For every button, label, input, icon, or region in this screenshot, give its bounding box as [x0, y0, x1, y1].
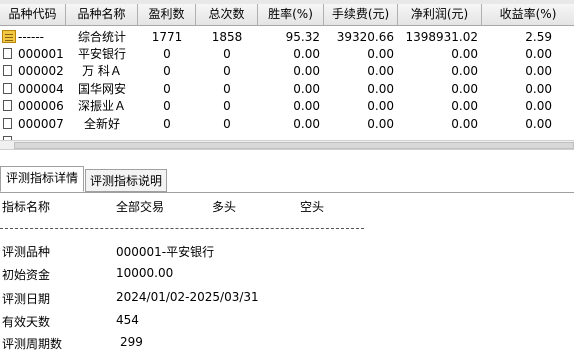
detail-value: 10000.00: [116, 266, 174, 280]
detail-label: 初始资金: [2, 268, 51, 282]
detail-header-short: 空头: [300, 200, 325, 214]
cell-fee: 39320.66: [336, 30, 394, 44]
item-box-icon: [3, 48, 12, 59]
column-header-total-count[interactable]: 总次数: [196, 4, 258, 26]
detail-value: 000001-平安银行: [116, 245, 215, 259]
column-header-return-rate[interactable]: 收益率(%): [482, 4, 574, 26]
horizontal-scrollbar[interactable]: [0, 140, 574, 150]
cell-code: 000002: [18, 64, 64, 78]
detail-label: 评测品种: [2, 245, 51, 259]
cell-profit-count: 0: [163, 99, 171, 113]
cell-return-rate: 0.00: [525, 64, 552, 78]
table-row[interactable]: 000007 全新好 0 0 0.00 0.00 0.00 0.00: [0, 115, 574, 133]
folder-icon: [2, 30, 16, 43]
detail-label: 有效天数: [2, 315, 51, 329]
cell-name: 国华网安: [77, 82, 126, 96]
cell-code: 000007: [18, 117, 64, 131]
cell-win-rate: 0.00: [293, 82, 320, 96]
detail-header-all: 全部交易: [116, 200, 165, 214]
cell-total-count: 0: [223, 64, 231, 78]
cell-net-profit: 0.00: [451, 64, 478, 78]
cell-total-count: 0: [223, 99, 231, 113]
column-header-profit-count[interactable]: 盈利数: [138, 4, 196, 26]
item-box-icon: [3, 118, 12, 129]
cell-name: 万 科Ａ: [82, 64, 122, 78]
tab-metrics-explanation[interactable]: 评测指标说明: [85, 169, 167, 192]
cell-return-rate: 0.00: [525, 117, 552, 131]
cell-total-count: 0: [223, 117, 231, 131]
cell-profit-count: 0: [163, 47, 171, 61]
detail-label: 评测日期: [2, 292, 51, 306]
cell-profit-count: 0: [163, 82, 171, 96]
cell-net-profit: 0.00: [451, 47, 478, 61]
cell-name: 全新好: [83, 117, 120, 131]
cell-total-count: 1858: [211, 30, 243, 44]
item-box-icon: [3, 100, 12, 111]
item-box-icon: [3, 83, 12, 94]
table-row[interactable]: ------ 综合统计 1771 1858 95.32 39320.66 139…: [0, 28, 574, 46]
table-row[interactable]: 000004 国华网安 0 0 0.00 0.00 0.00 0.00: [0, 80, 574, 98]
detail-label: 评测周期数: [2, 337, 63, 351]
cell-profit-count: 0: [163, 117, 171, 131]
column-header-win-rate[interactable]: 胜率(%): [258, 4, 324, 26]
scrollbar-thumb[interactable]: [14, 142, 574, 149]
column-header-net-profit[interactable]: 净利润(元): [398, 4, 482, 26]
table-row-partial[interactable]: [0, 133, 574, 140]
cell-win-rate: 95.32: [285, 30, 320, 44]
cell-net-profit: 0.00: [451, 99, 478, 113]
cell-code: 000006: [18, 99, 64, 113]
cell-net-profit: 1398931.02: [405, 30, 478, 44]
detail-value: 2024/01/02-2025/03/31: [116, 290, 259, 304]
cell-fee: 0.00: [367, 117, 394, 131]
cell-profit-count: 1771: [151, 30, 183, 44]
table-row[interactable]: 000006 深振业Ａ 0 0 0.00 0.00 0.00 0.00: [0, 97, 574, 115]
column-header-code[interactable]: 品种代码: [0, 4, 66, 26]
cell-total-count: 0: [223, 82, 231, 96]
cell-fee: 0.00: [367, 99, 394, 113]
divider: [0, 228, 364, 229]
cell-name: 深振业Ａ: [77, 99, 126, 113]
detail-header-long: 多头: [212, 200, 237, 214]
cell-profit-count: 0: [163, 64, 171, 78]
column-header-name[interactable]: 品种名称: [66, 4, 138, 26]
cell-code: 000001: [18, 47, 64, 61]
cell-total-count: 0: [223, 47, 231, 61]
cell-win-rate: 0.00: [293, 64, 320, 78]
cell-code: 000004: [18, 82, 64, 96]
cell-return-rate: 0.00: [525, 82, 552, 96]
table-row[interactable]: 000002 万 科Ａ 0 0 0.00 0.00 0.00 0.00: [0, 62, 574, 80]
item-box-icon: [3, 65, 12, 76]
cell-win-rate: 0.00: [293, 99, 320, 113]
cell-name: 综合统计: [77, 30, 126, 44]
cell-return-rate: 2.59: [525, 30, 552, 44]
cell-return-rate: 0.00: [525, 47, 552, 61]
cell-net-profit: 0.00: [451, 117, 478, 131]
cell-win-rate: 0.00: [293, 47, 320, 61]
cell-win-rate: 0.00: [293, 117, 320, 131]
detail-value: 299: [120, 335, 143, 349]
detail-header-name: 指标名称: [2, 200, 51, 214]
cell-return-rate: 0.00: [525, 99, 552, 113]
cell-code: ------: [18, 30, 44, 44]
cell-net-profit: 0.00: [451, 82, 478, 96]
table-row[interactable]: 000001 平安银行 0 0 0.00 0.00 0.00 0.00: [0, 45, 574, 63]
cell-name: 平安银行: [77, 47, 126, 61]
cell-fee: 0.00: [367, 47, 394, 61]
tab-metrics-detail[interactable]: 评测指标详情: [0, 166, 84, 192]
cell-fee: 0.00: [367, 64, 394, 78]
cell-fee: 0.00: [367, 82, 394, 96]
detail-value: 454: [116, 313, 139, 327]
column-header-fee[interactable]: 手续费(元): [324, 4, 398, 26]
